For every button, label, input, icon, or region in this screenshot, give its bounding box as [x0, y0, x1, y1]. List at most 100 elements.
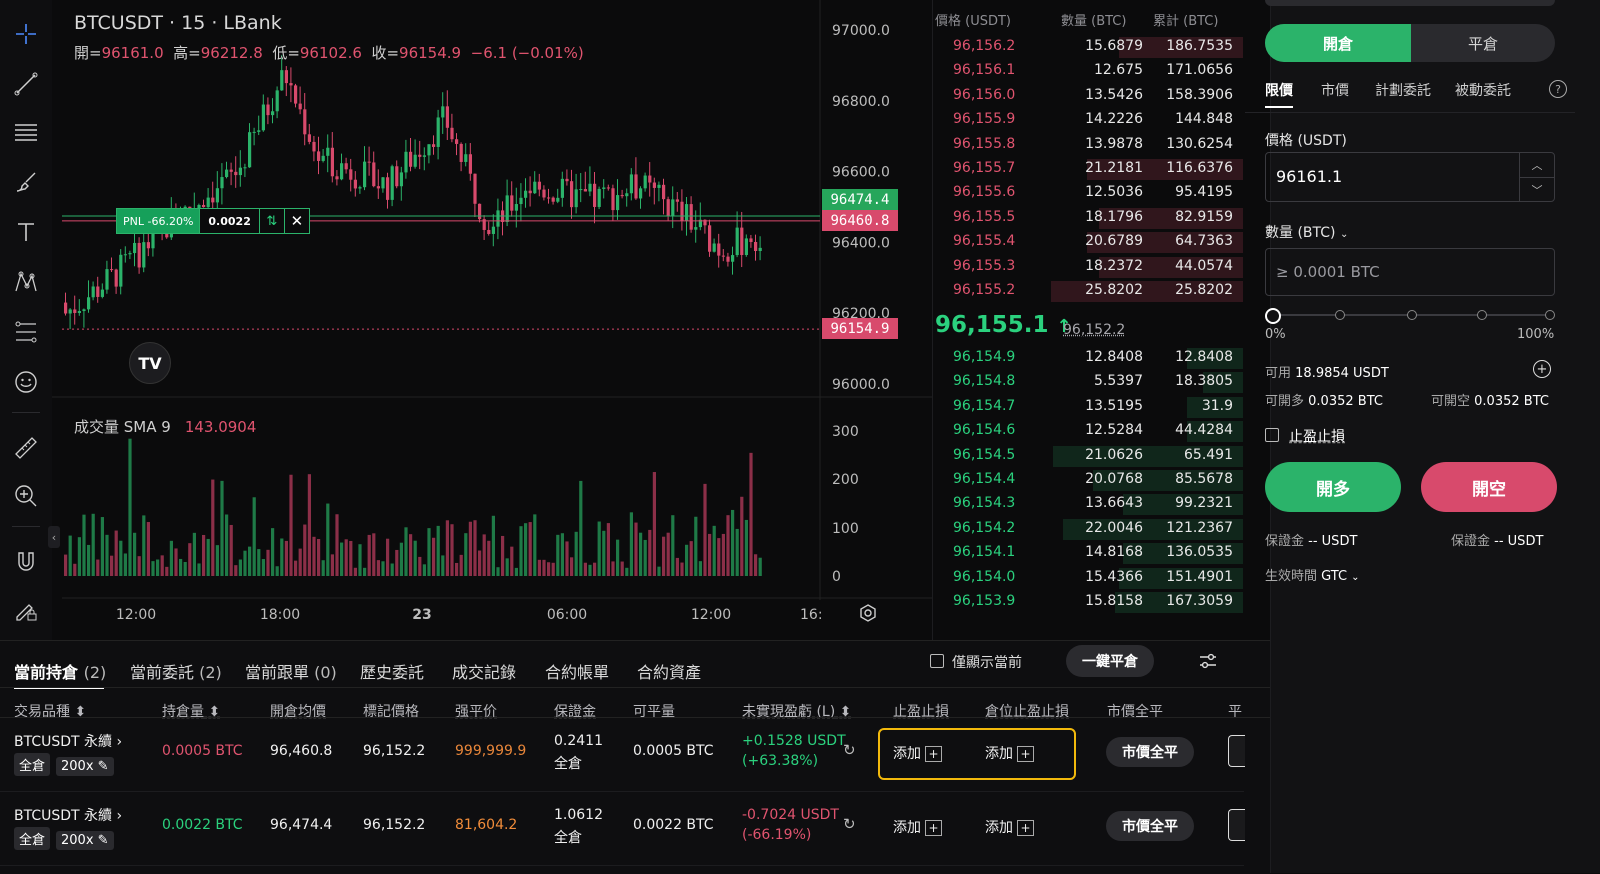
- ruler-icon[interactable]: [10, 432, 42, 464]
- bid-row[interactable]: 96,154.4 20.0768 85.5678: [933, 468, 1243, 492]
- ask-row[interactable]: 96,155.2 25.8202 25.8202: [933, 279, 1243, 303]
- chevron-down-icon[interactable]: ﹀: [1520, 178, 1554, 201]
- time-in-force[interactable]: 生效時間 GTC ⌄: [1265, 565, 1360, 584]
- limit-close-input[interactable]: [1228, 735, 1245, 767]
- close-icon[interactable]: ✕: [283, 209, 309, 233]
- limit-close-input[interactable]: [1228, 809, 1245, 841]
- position-symbol[interactable]: BTCUSDT 永續 ›: [14, 731, 122, 751]
- volume-bar: [202, 534, 206, 576]
- qty-input[interactable]: ≥ 0.0001 BTC: [1265, 248, 1555, 296]
- tab-market[interactable]: 市價: [1321, 80, 1349, 100]
- ask-row[interactable]: 96,155.8 13.9878 130.6254: [933, 133, 1243, 157]
- col-size[interactable]: 持倉量 ⬍: [162, 701, 220, 721]
- volume-bar: [64, 554, 68, 576]
- tab-trade-history[interactable]: 成交記錄: [452, 659, 516, 683]
- ask-row[interactable]: 96,155.9 14.2226 144.848: [933, 108, 1243, 132]
- col-unrealized-pnl[interactable]: 未實現盈虧 (L) ⬍: [742, 701, 851, 721]
- market-close-button[interactable]: 市價全平: [1106, 737, 1194, 767]
- tab-futures-bills[interactable]: 合約帳單: [545, 659, 609, 683]
- ask-row[interactable]: 96,155.5 18.1796 82.9159: [933, 206, 1243, 230]
- position-mode[interactable]: 全倉 200x ✎: [14, 753, 120, 776]
- add-tpsl-button[interactable]: 添加 +: [893, 817, 942, 837]
- tab-current-positions[interactable]: 當前持倉 (2): [14, 659, 106, 683]
- close-all-button[interactable]: 一鍵平倉: [1066, 645, 1154, 677]
- tpsl-label[interactable]: 止盈止損: [1289, 426, 1345, 446]
- candle-body: [583, 189, 587, 192]
- fib-icon[interactable]: [10, 316, 42, 348]
- horizontal-lines-icon[interactable]: [10, 116, 42, 148]
- tab-open-orders[interactable]: 當前委託 (2): [130, 659, 222, 683]
- candle-body: [284, 70, 288, 84]
- bid-row[interactable]: 96,154.7 13.5195 31.9: [933, 395, 1243, 419]
- tpsl-checkbox[interactable]: [1265, 428, 1279, 442]
- volume-bar: [685, 544, 689, 576]
- volume-bar: [510, 546, 514, 576]
- pattern-icon[interactable]: [10, 266, 42, 298]
- bid-row[interactable]: 96,154.9 12.8408 12.8408: [933, 346, 1243, 370]
- share-icon[interactable]: ↻: [843, 815, 856, 833]
- price-input[interactable]: 96161.1 ︿ ﹀: [1265, 152, 1555, 202]
- open-short-button[interactable]: 開空: [1421, 462, 1557, 512]
- bid-row[interactable]: 96,154.0 15.4366 151.4901: [933, 566, 1243, 590]
- tab-post-only[interactable]: 被動委託: [1455, 80, 1511, 100]
- brush-icon[interactable]: [10, 166, 42, 198]
- bid-row[interactable]: 96,154.6 12.5284 44.4284: [933, 419, 1243, 443]
- mark-price: 96,152.2: [363, 743, 426, 759]
- bid-row[interactable]: 96,153.9 15.8158 167.3059: [933, 590, 1243, 614]
- open-position-tab[interactable]: 開倉: [1265, 24, 1411, 62]
- only-current-checkbox[interactable]: [930, 654, 944, 668]
- zoom-in-icon[interactable]: [10, 480, 42, 512]
- tab-limit[interactable]: 限價: [1265, 80, 1293, 108]
- add-position-tpsl-button[interactable]: 添加 +: [985, 817, 1034, 837]
- ask-row[interactable]: 96,156.1 12.675 171.0656: [933, 59, 1243, 83]
- chart-canvas[interactable]: 97000.096800.096600.096400.096200.096000…: [52, 0, 932, 640]
- bid-row[interactable]: 96,154.3 13.6643 99.2321: [933, 492, 1243, 516]
- chart-settings-icon[interactable]: [858, 603, 878, 623]
- bid-row[interactable]: 96,154.2 22.0046 121.2367: [933, 517, 1243, 541]
- position-symbol[interactable]: BTCUSDT 永續 ›: [14, 805, 122, 825]
- price-chart[interactable]: 97000.0 96800.0 96600.0 96400.0 96200.0 96000…: [52, 0, 932, 640]
- ask-row[interactable]: 96,156.0 13.5426 158.3906: [933, 84, 1243, 108]
- crosshair-icon[interactable]: [10, 18, 42, 50]
- col-symbol[interactable]: 交易品種 ⬍: [14, 701, 86, 721]
- open-long-button[interactable]: 開多: [1265, 462, 1401, 512]
- reverse-icon[interactable]: ⇅: [258, 209, 284, 233]
- ask-row[interactable]: 96,155.7 21.2181 116.6376: [933, 157, 1243, 181]
- bid-row[interactable]: 96,154.5 21.0626 65.491: [933, 444, 1243, 468]
- ask-row[interactable]: 96,155.4 20.6789 64.7363: [933, 230, 1243, 254]
- volume-bar: [468, 521, 472, 576]
- tab-futures-assets[interactable]: 合約資產: [637, 659, 701, 683]
- lock-draw-icon[interactable]: [10, 594, 42, 626]
- collapse-toolbar-button[interactable]: ‹: [48, 526, 60, 548]
- ask-row[interactable]: 96,155.3 18.2372 44.0574: [933, 255, 1243, 279]
- ob-qty: 12.5036: [1085, 184, 1143, 201]
- position-size: 0.0022 BTC: [162, 817, 243, 833]
- close-position-tab[interactable]: 平倉: [1411, 24, 1555, 62]
- candle-body: [478, 203, 482, 220]
- long-entry-tag: 96474.4: [822, 189, 898, 210]
- ask-row[interactable]: 96,156.2 15.6879 186.7535: [933, 35, 1243, 59]
- share-icon[interactable]: ↻: [843, 741, 856, 759]
- tab-order-history[interactable]: 歷史委託: [360, 659, 424, 683]
- qty-label[interactable]: 數量 (BTC) ⌄: [1265, 222, 1348, 242]
- position-mode[interactable]: 全倉 200x ✎: [14, 827, 120, 850]
- text-tool-icon[interactable]: [10, 216, 42, 248]
- tab-copy-trades[interactable]: 當前跟單 (0): [245, 659, 337, 683]
- transfer-add-icon[interactable]: +: [1533, 360, 1551, 378]
- price-stepper[interactable]: ︿ ﹀: [1519, 153, 1554, 201]
- market-close-button[interactable]: 市價全平: [1106, 811, 1194, 841]
- help-icon[interactable]: ?: [1549, 80, 1567, 98]
- volume-bar: [257, 549, 261, 576]
- bid-row[interactable]: 96,154.8 5.5397 18.3805: [933, 370, 1243, 394]
- smiley-icon[interactable]: [10, 366, 42, 398]
- position-pnl-marker[interactable]: PNL -66.20% 0.0022 ⇅ ✕: [116, 208, 310, 234]
- magnet-icon[interactable]: [10, 546, 42, 578]
- volume-bar: [280, 538, 284, 576]
- trend-line-icon[interactable]: [10, 68, 42, 100]
- tab-trigger[interactable]: 計劃委託: [1375, 80, 1431, 100]
- bid-row[interactable]: 96,154.1 14.8168 136.0535: [933, 541, 1243, 565]
- chevron-up-icon[interactable]: ︿: [1520, 153, 1554, 178]
- filter-settings-icon[interactable]: [1198, 651, 1218, 671]
- slider-handle[interactable]: [1265, 308, 1281, 324]
- ask-row[interactable]: 96,155.6 12.5036 95.4195: [933, 181, 1243, 205]
